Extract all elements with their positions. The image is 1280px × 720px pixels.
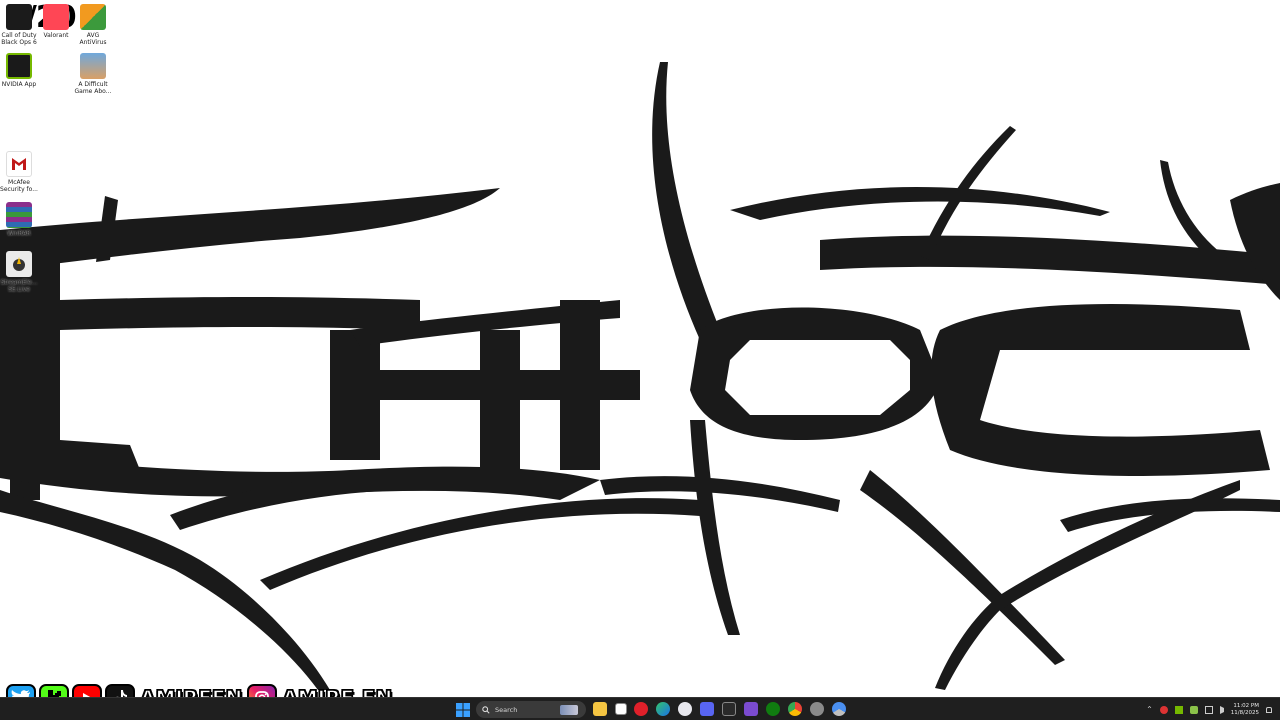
itunes-icon[interactable] [678,702,692,716]
desktop-icon-difficult-game[interactable]: A Difficult Game Abo... [69,53,117,95]
clock[interactable]: 11:02 PM 11/8/2025 [1231,703,1259,717]
start-button[interactable] [456,702,470,717]
desktop-icon-winrar[interactable]: WinRAR [0,202,43,237]
monitor-icon[interactable] [1204,705,1213,714]
epic-games-icon[interactable] [722,702,736,716]
game-icon [80,53,106,79]
speaker-icon[interactable] [1219,705,1224,714]
windows-icon [456,703,470,717]
desktop-icon-mcafee[interactable]: McAfee Security fo... [0,151,43,193]
desktop-icon-nvidia[interactable]: NVIDIA App [0,53,43,88]
wallpaper-logo-art [0,62,1280,690]
mcafee-icon [6,151,32,177]
avg-icon [80,4,106,30]
clock-time: 11:02 PM [1233,702,1259,709]
desktop-icon-label: NVIDIA App [1,81,37,88]
xbox-icon[interactable] [766,702,780,716]
nvidia-icon [6,53,32,79]
search-highlight-icon [560,704,578,715]
nvidia-tray-icon[interactable] [1174,705,1183,714]
desktop-icon-label: AVG AntiVirus [79,32,107,46]
edge-icon[interactable] [656,702,670,716]
cod-icon [6,4,32,30]
chrome-dev-icon[interactable] [832,702,846,716]
task-view-icon[interactable] [615,703,627,715]
desktop-icon-label: StreamEle... SE.Live [0,279,38,293]
system-tray: ⌃ 11:02 PM 11/8/2025 [1146,698,1272,720]
desktop-icon-label: WinRAR [7,230,31,237]
app-tray-icon[interactable] [1159,705,1168,714]
chevron-up-icon[interactable]: ⌃ [1146,705,1153,714]
desktop-wallpaper [0,0,1280,697]
taskbar: Search ⌃ 11:02 PM 11/8/2025 [0,697,1280,720]
app-tray-icon[interactable] [1189,705,1198,714]
search-placeholder: Search [495,705,518,714]
chrome-icon[interactable] [788,702,802,716]
settings-icon[interactable] [810,702,824,716]
clock-date: 11/8/2025 [1230,709,1259,716]
desktop-icon-avg[interactable]: AVG AntiVirus [69,4,117,46]
winrar-icon [6,202,32,228]
search-icon [482,705,490,714]
desktop-icon-streamelements[interactable]: StreamEle... SE.Live [0,251,43,293]
notification-bell-icon[interactable] [1266,706,1272,713]
taskbar-search[interactable]: Search [476,701,586,718]
streamelements-icon [6,251,32,277]
discord-icon[interactable] [700,702,714,716]
file-explorer-icon[interactable] [593,702,607,716]
desktop-icon-label: A Difficult Game Abo... [74,81,112,95]
opera-icon[interactable] [634,702,648,716]
desktop-icon-label: McAfee Security fo... [0,179,38,193]
app-icon[interactable] [744,702,758,716]
desktop-icon-label: Valorant [43,32,69,39]
valorant-icon [43,4,69,30]
